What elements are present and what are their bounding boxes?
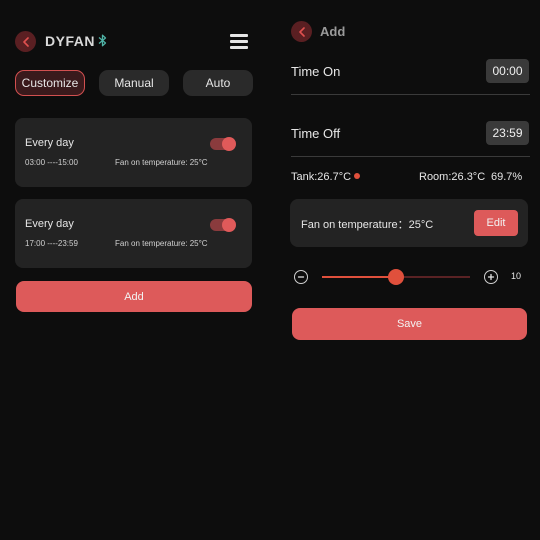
plus-icon (487, 273, 495, 281)
schedule-card[interactable]: Every day 03:00 ----15:00 Fan on tempera… (15, 118, 252, 187)
device-name: DYFAN (45, 33, 95, 49)
fan-speed-slider[interactable] (322, 269, 470, 285)
toggle-knob (222, 218, 236, 232)
schedule-fan-temperature: Fan on temperature: 25°C (115, 239, 208, 248)
minus-icon (297, 276, 305, 278)
toggle-knob (222, 137, 236, 151)
time-on-label: Time On (291, 64, 341, 79)
add-schedule-screen: Add Time On 00:00 Time Off 23:59 Tank:26… (270, 0, 540, 540)
status-dot-icon (354, 173, 361, 179)
schedule-time-range: 03:00 ----15:00 (25, 158, 78, 167)
back-button[interactable] (291, 21, 312, 42)
schedule-repeat: Every day (25, 137, 74, 149)
slider-value: 10 (511, 271, 522, 281)
schedule-toggle[interactable] (210, 218, 236, 232)
room-temperature: Room:26.3°C (419, 171, 486, 183)
tab-auto[interactable]: Auto (183, 70, 253, 96)
schedule-time-range: 17:00 ----23:59 (25, 239, 78, 248)
schedule-fan-temperature: Fan on temperature: 25°C (115, 158, 208, 167)
bluetooth-icon (98, 34, 107, 47)
schedule-repeat: Every day (25, 218, 74, 230)
decrease-button[interactable] (294, 270, 308, 284)
slider-thumb[interactable] (388, 269, 404, 285)
back-button[interactable] (15, 31, 36, 52)
add-schedule-button[interactable]: Add (16, 281, 252, 312)
save-button[interactable]: Save (292, 308, 527, 340)
tank-temperature-value: Tank:26.7°C (291, 171, 352, 183)
time-off-label: Time Off (291, 126, 341, 141)
schedule-screen: DYFAN Customize Manual Auto Every day 03… (0, 0, 270, 540)
time-on-picker[interactable]: 00:00 (486, 59, 529, 83)
hamburger-menu-icon[interactable] (230, 34, 248, 49)
increase-button[interactable] (484, 270, 498, 284)
edit-button[interactable]: Edit (474, 210, 518, 236)
room-humidity: 69.7% (491, 171, 523, 183)
divider (291, 156, 530, 157)
chevron-left-icon (298, 26, 305, 37)
divider (291, 94, 530, 95)
slider-fill (322, 276, 396, 278)
tank-temperature: Tank:26.7°C (291, 171, 361, 183)
schedule-toggle[interactable] (210, 137, 236, 151)
fan-temperature-card: Fan on temperature：25°C Edit (290, 199, 528, 247)
fan-temperature-label: Fan on temperature：25°C (301, 219, 434, 231)
tab-manual[interactable]: Manual (99, 70, 169, 96)
time-off-picker[interactable]: 23:59 (486, 121, 529, 145)
page-title: Add (320, 24, 346, 39)
schedule-card[interactable]: Every day 17:00 ----23:59 Fan on tempera… (15, 199, 252, 268)
chevron-left-icon (22, 36, 29, 47)
tab-customize[interactable]: Customize (15, 70, 85, 96)
